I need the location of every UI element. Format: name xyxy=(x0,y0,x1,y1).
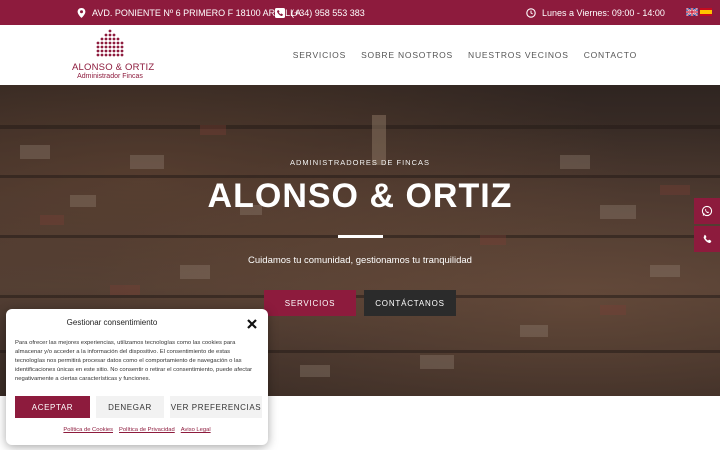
spanish-flag-icon[interactable] xyxy=(700,8,712,16)
top-info-bar: AVD. PONIENTE Nº 6 PRIMERO F 18100 ARMIL… xyxy=(0,0,720,25)
close-icon[interactable] xyxy=(246,317,258,329)
nav-item-nuestros-vecinos[interactable]: NUESTROS VECINOS xyxy=(468,50,569,60)
site-header: ALONSO & ORTIZ Administrador Fincas SERV… xyxy=(0,25,720,85)
accept-button[interactable]: ACEPTAR xyxy=(15,396,90,418)
phone-text[interactable]: (+34) 958 553 383 xyxy=(291,8,365,18)
cookie-body-text: Para ofrecer las mejores experiencias, u… xyxy=(15,340,253,382)
logo-name: ALONSO & ORTIZ xyxy=(72,62,155,73)
nav-item-sobre-nosotros[interactable]: SOBRE NOSOTROS xyxy=(361,50,453,60)
logo-dots-icon xyxy=(96,29,124,57)
cookie-links: Política de Cookies Política de Privacid… xyxy=(6,427,268,433)
logo-subtitle: Administrador Fincas xyxy=(77,73,143,80)
map-pin-icon xyxy=(76,7,86,18)
hero-divider xyxy=(338,235,383,238)
address-item: AVD. PONIENTE Nº 6 PRIMERO F 18100 ARMIL… xyxy=(76,0,301,25)
legal-notice-link[interactable]: Aviso Legal xyxy=(181,427,211,433)
hero-title: ALONSO & ORTIZ xyxy=(207,177,513,215)
hero-eyebrow: ADMINISTRADORES DE FINCAS xyxy=(289,158,430,167)
cookie-policy-link[interactable]: Política de Cookies xyxy=(63,427,113,433)
hours-item: Lunes a Viernes: 09:00 - 14:00 xyxy=(526,0,665,25)
nav-item-contacto[interactable]: CONTACTO xyxy=(584,50,637,60)
call-button[interactable] xyxy=(694,226,720,252)
whatsapp-icon xyxy=(701,205,713,217)
english-flag-icon[interactable] xyxy=(685,7,699,17)
address-text: AVD. PONIENTE Nº 6 PRIMERO F 18100 ARMIL… xyxy=(92,7,302,18)
language-switcher[interactable] xyxy=(685,7,712,17)
main-nav: SERVICIOS SOBRE NOSOTROS NUESTROS VECINO… xyxy=(293,25,637,85)
contactanos-button[interactable]: CONTÁCTANOS xyxy=(364,290,456,316)
clock-icon xyxy=(526,7,536,18)
site-logo[interactable]: ALONSO & ORTIZ Administrador Fincas xyxy=(72,29,155,83)
preferences-button[interactable]: VER PREFERENCIAS xyxy=(170,396,262,418)
hero-tagline: Cuidamos tu comunidad, gestionamos tu tr… xyxy=(248,255,472,266)
privacy-policy-link[interactable]: Política de Privacidad xyxy=(119,427,175,433)
phone-icon xyxy=(275,7,285,18)
phone-item[interactable]: (+34) 958 553 383 xyxy=(275,0,365,25)
nav-item-servicios[interactable]: SERVICIOS xyxy=(293,50,346,60)
cookie-title: Gestionar consentimiento xyxy=(66,318,158,327)
hours-text: Lunes a Viernes: 09:00 - 14:00 xyxy=(542,7,665,18)
deny-button[interactable]: DENEGAR xyxy=(96,396,164,418)
whatsapp-button[interactable] xyxy=(694,198,720,224)
phone-icon xyxy=(703,234,711,243)
cookie-consent-dialog: Gestionar consentimiento Para ofrecer la… xyxy=(6,309,268,445)
servicios-button[interactable]: SERVICIOS xyxy=(264,290,356,316)
